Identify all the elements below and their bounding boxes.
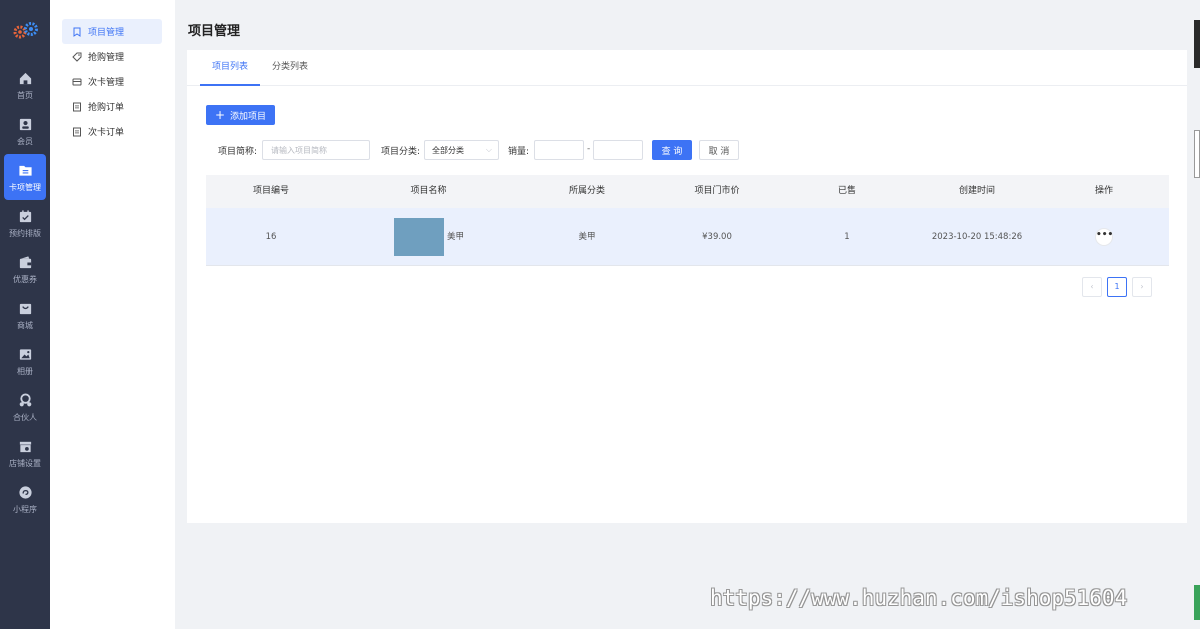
rail-label: 商城 [17,321,33,330]
order-icon [72,102,82,112]
right-edge-handle[interactable] [1194,130,1200,178]
rail-label: 预约排版 [9,229,41,238]
tab-bar: 项目列表 分类列表 [187,50,1187,86]
rail-item-booking[interactable]: 预约排版 [4,200,46,246]
rail-item-card-management[interactable]: 卡项管理 [4,154,46,200]
tab-category-list[interactable]: 分类列表 [264,50,316,86]
icon-rail: 首页 会员 卡项管理 预约排版 优惠券 商城 相册 合伙人 店铺设置 小程序 [0,0,50,629]
add-project-button[interactable]: + 添加项目 [206,105,275,125]
category-filter-label: 项目分类: [381,147,421,157]
submenu-label: 次卡管理 [88,78,125,88]
category-select-value: 全部分类 [432,145,464,155]
partner-icon [17,392,33,408]
submenu-item-flash-sale-orders[interactable]: 抢购订单 [62,94,162,119]
name-filter-label: 项目简称: [218,147,258,157]
rail-item-home[interactable]: 首页 [4,62,46,108]
rail-item-partner[interactable]: 合伙人 [4,384,46,430]
submenu-label: 项目管理 [88,28,125,38]
name-filter-input[interactable] [262,140,370,160]
rail-item-coupon[interactable]: 优惠券 [4,246,46,292]
rail-label: 首页 [17,91,33,100]
store-icon [17,438,33,454]
project-thumbnail [394,218,444,256]
pagination-page-1[interactable]: 1 [1107,277,1127,297]
submenu-label: 抢购管理 [88,53,125,63]
calendar-icon [17,208,33,224]
rail-label: 优惠券 [13,275,37,284]
pagination-next-button[interactable]: › [1132,277,1152,297]
rail-item-album[interactable]: 相册 [4,338,46,384]
column-header: 已售 [837,186,856,196]
sub-menu: 项目管理 抢购管理 次卡管理 抢购订单 次卡订单 [50,0,175,629]
page-title: 项目管理 [188,24,241,39]
album-icon [17,346,33,362]
cell-category: 美甲 [578,232,596,242]
pagination-prev-button[interactable]: ‹ [1082,277,1102,297]
content-card: 项目列表 分类列表 + 添加项目 项目简称: 项目分类: 全部分类 ⌵ 销量: … [187,50,1187,523]
more-actions-icon[interactable]: ••• [1095,228,1113,246]
miniprogram-icon [17,484,33,500]
rail-label: 店铺设置 [9,459,41,468]
tag-icon [72,52,82,62]
cell-project-name: 美甲 [447,232,465,242]
column-header: 所属分类 [568,186,605,196]
column-header: 项目名称 [410,186,447,196]
rail-item-member[interactable]: 会员 [4,108,46,154]
rail-item-store-settings[interactable]: 店铺设置 [4,430,46,476]
cancel-button[interactable]: 取 消 [699,140,739,160]
submenu-item-times-card-orders[interactable]: 次卡订单 [62,119,162,144]
rail-item-mall[interactable]: 商城 [4,292,46,338]
rail-item-miniprogram[interactable]: 小程序 [4,476,46,522]
column-header: 项目编号 [252,186,289,196]
submenu-label: 抢购订单 [88,103,125,113]
cell-project-id: 16 [265,232,277,242]
logo-gears-icon [13,22,38,39]
order-icon [72,127,82,137]
submenu-item-times-card[interactable]: 次卡管理 [62,69,162,94]
rail-label: 小程序 [13,505,37,514]
submenu-item-project-management[interactable]: 项目管理 [62,19,162,44]
column-header: 创建时间 [958,186,995,196]
range-separator: - [587,144,591,154]
add-project-label: 添加项目 [230,111,267,122]
table-header: 项目编号 项目名称 所属分类 项目门市价 已售 创建时间 操作 [206,175,1169,208]
watermark-text: https://www.huzhan.com/ishop51604 [710,586,1128,610]
query-button[interactable]: 查 询 [652,140,692,160]
cell-price: ¥39.00 [702,232,732,242]
card-icon [72,77,82,87]
sales-filter-label: 销量: [508,147,530,157]
bookmark-icon [72,27,82,37]
plus-icon: + [214,108,226,122]
shop-bag-icon [17,300,33,316]
category-select[interactable]: 全部分类 ⌵ [424,140,499,160]
chevron-down-icon: ⌵ [485,145,492,154]
right-edge-indicator [1194,585,1200,620]
submenu-label: 次卡订单 [88,128,125,138]
column-header: 操作 [1094,186,1113,196]
column-header: 项目门市价 [694,186,740,196]
sales-max-input[interactable] [593,140,643,160]
home-icon [17,70,33,86]
submenu-item-flash-sale[interactable]: 抢购管理 [62,44,162,69]
table-row[interactable]: 16 美甲 美甲 ¥39.00 1 2023-10-20 15:48:26 ••… [206,208,1169,266]
rail-label: 相册 [17,367,33,376]
tab-project-list[interactable]: 项目列表 [200,50,260,86]
cell-sold: 1 [844,232,850,242]
folder-icon [17,162,33,178]
wallet-icon [17,254,33,270]
rail-label: 卡项管理 [9,183,41,192]
member-icon [17,116,33,132]
right-edge-scrollbar [1194,20,1200,68]
cell-created-time: 2023-10-20 15:48:26 [931,232,1023,242]
sales-min-input[interactable] [534,140,584,160]
rail-label: 会员 [17,137,33,146]
rail-label: 合伙人 [13,413,37,422]
